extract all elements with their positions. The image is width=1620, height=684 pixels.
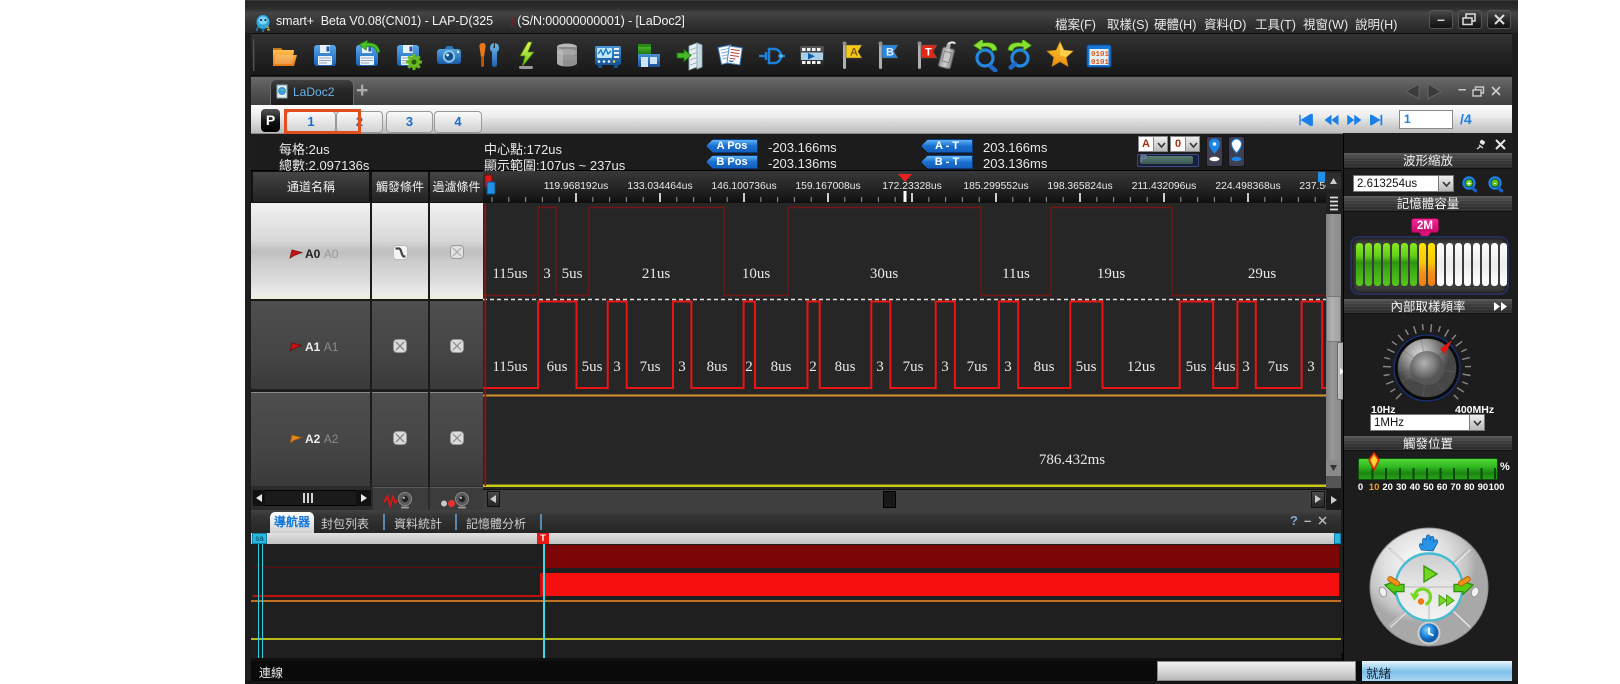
svg-text:159.167008us: 159.167008us [795, 181, 860, 192]
svg-text:19us: 19us [1097, 266, 1126, 282]
svg-text:198.365824us: 198.365824us [1047, 181, 1112, 192]
svg-text:10us: 10us [742, 266, 771, 282]
svg-text:0101: 0101 [1091, 51, 1110, 59]
svg-text:21us: 21us [642, 266, 671, 282]
svg-text:115us: 115us [492, 359, 527, 375]
svg-text:4us: 4us [1215, 359, 1236, 375]
svg-text:8us: 8us [1034, 359, 1055, 375]
svg-text:237.564640us: 237.564640us [1299, 181, 1326, 192]
svg-text:3: 3 [876, 359, 884, 375]
svg-text:B: B [886, 47, 894, 59]
svg-text:211.432096us: 211.432096us [1132, 181, 1197, 192]
svg-text:8us: 8us [771, 359, 792, 375]
svg-text:185.299552us: 185.299552us [963, 181, 1028, 192]
svg-text:2: 2 [745, 359, 753, 375]
svg-text:7us: 7us [903, 359, 924, 375]
svg-text:3: 3 [1307, 359, 1315, 375]
svg-text:119.968192us: 119.968192us [544, 181, 609, 192]
svg-text:5us: 5us [582, 359, 603, 375]
svg-text:5us: 5us [1186, 359, 1207, 375]
svg-text:5us: 5us [1076, 359, 1097, 375]
svg-text:5us: 5us [562, 266, 583, 282]
svg-text:133.034464us: 133.034464us [627, 181, 692, 192]
svg-text:146.100736us: 146.100736us [711, 181, 776, 192]
svg-text:+: + [1467, 178, 1472, 188]
svg-text:30us: 30us [870, 266, 899, 282]
svg-text:3: 3 [1004, 359, 1012, 375]
svg-text:8us: 8us [835, 359, 856, 375]
svg-text:6us: 6us [547, 359, 568, 375]
svg-text:T: T [925, 47, 932, 59]
svg-text:11us: 11us [1002, 266, 1030, 282]
svg-text:224.498368us: 224.498368us [1215, 181, 1280, 192]
svg-text:2: 2 [809, 359, 817, 375]
svg-text:-: - [1494, 177, 1497, 187]
svg-text:8us: 8us [707, 359, 728, 375]
svg-text:A: A [850, 47, 858, 59]
svg-text:172.23328us: 172.23328us [882, 181, 942, 192]
svg-text:7us: 7us [1268, 359, 1289, 375]
svg-text:786.432ms: 786.432ms [1039, 452, 1105, 468]
svg-text:7us: 7us [640, 359, 661, 375]
svg-text:7us: 7us [967, 359, 988, 375]
svg-text:3: 3 [678, 359, 686, 375]
svg-text:3: 3 [1242, 359, 1250, 375]
svg-text:12us: 12us [1127, 359, 1156, 375]
svg-text:29us: 29us [1248, 266, 1277, 282]
svg-text:115us: 115us [492, 266, 527, 282]
svg-text:3: 3 [613, 359, 621, 375]
svg-text:0101: 0101 [1091, 59, 1110, 67]
svg-text:3: 3 [543, 266, 551, 282]
svg-text:3: 3 [941, 359, 949, 375]
